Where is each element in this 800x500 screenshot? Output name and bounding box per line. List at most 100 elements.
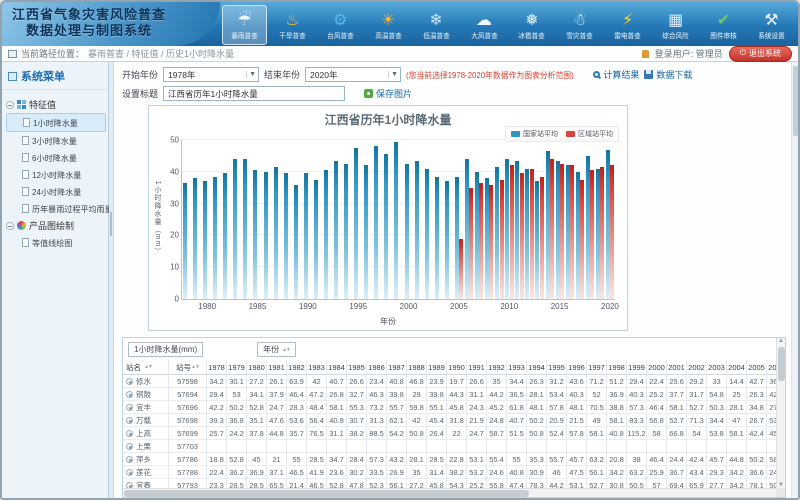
- table-row[interactable]: 上高5769925.724.237.844.835.776.531.138.28…: [123, 427, 785, 440]
- download-button[interactable]: 数据下载: [644, 68, 692, 81]
- station-locate-icon[interactable]: [126, 456, 133, 463]
- table-row[interactable]: 铜鼓5769429.45334.137.946.447.226.832.746.…: [123, 388, 785, 401]
- station-locate-icon[interactable]: [126, 378, 133, 385]
- year-column-header[interactable]: 1999: [627, 360, 647, 375]
- vscroll-thumb[interactable]: [778, 347, 785, 381]
- value-cell: 26.1: [267, 375, 287, 388]
- nav-item-10[interactable]: ▦综合风险: [653, 5, 698, 45]
- value-cell: 42: [307, 375, 327, 388]
- value-cell: 42.2: [207, 401, 227, 414]
- table-row[interactable]: 上栗57703: [123, 440, 785, 453]
- year-column-header[interactable]: 1984: [327, 360, 347, 375]
- value-cell: 42.7: [747, 375, 767, 388]
- nav-item-7[interactable]: ❅冰雹普查: [509, 5, 554, 45]
- end-year-select[interactable]: 2020年▼: [305, 67, 401, 82]
- main-scroll-thumb[interactable]: [793, 66, 798, 136]
- nav-item-8[interactable]: ☃雪灾普查: [557, 5, 602, 45]
- nav-item-6[interactable]: ☁大风普查: [462, 5, 507, 45]
- bar-区域站平均-2016: [570, 165, 574, 299]
- legend-item[interactable]: 国家站平均: [511, 129, 558, 139]
- year-column-header[interactable]: 1991: [467, 360, 487, 375]
- year-sort-control[interactable]: 年份▲▼: [257, 342, 296, 357]
- sidebar-item-label: 24小时降水量: [32, 186, 81, 197]
- year-column-header[interactable]: 1998: [607, 360, 627, 375]
- table-row[interactable]: 修水5759834.230.127.226.163.94240.726.623.…: [123, 375, 785, 388]
- year-column-header[interactable]: 1996: [567, 360, 587, 375]
- nav-item-12[interactable]: ⚒系统设置: [749, 5, 794, 45]
- sidebar-item[interactable]: 24小时降水量: [6, 183, 106, 200]
- year-column-header[interactable]: 1993: [507, 360, 527, 375]
- year-column-header[interactable]: 2001: [667, 360, 687, 375]
- year-column-header[interactable]: 2000: [647, 360, 667, 375]
- value-cell: 45.7: [707, 453, 727, 466]
- horizontal-scrollbar[interactable]: [123, 488, 776, 497]
- value-cell: 52.4: [547, 427, 567, 440]
- station-locate-icon[interactable]: [126, 443, 133, 450]
- table-row[interactable]: 萍乡5778618.852.845215528.534.728.457.343.…: [123, 453, 785, 466]
- year-column-header[interactable]: 1983: [307, 360, 327, 375]
- year-column-header[interactable]: 1979: [227, 360, 247, 375]
- main-vertical-scrollbar[interactable]: [791, 62, 798, 498]
- year-column-header[interactable]: 1994: [527, 360, 547, 375]
- sidebar-item[interactable]: 12小时降水量: [6, 166, 106, 183]
- hscroll-thumb[interactable]: [124, 490, 529, 497]
- nav-item-9[interactable]: ⚡雷电普查: [605, 5, 650, 45]
- year-column-header[interactable]: 2005: [747, 360, 767, 375]
- year-column-header[interactable]: 1990: [447, 360, 467, 375]
- save-image-button[interactable]: 保存图片: [364, 87, 412, 100]
- chart-title-input[interactable]: [163, 86, 345, 101]
- table-row[interactable]: 万载5769839.336.835.147.653.656.440.930.73…: [123, 414, 785, 427]
- station-locate-icon[interactable]: [126, 469, 133, 476]
- sidebar-item[interactable]: 6小时降水量: [6, 149, 106, 166]
- station-column-header[interactable]: 站名▲▼: [123, 360, 169, 375]
- nav-item-5[interactable]: ❄低温普查: [414, 5, 459, 45]
- logout-button[interactable]: ⏻ 退出系统: [729, 46, 792, 62]
- year-column-header[interactable]: 1982: [287, 360, 307, 375]
- scroll-up-icon[interactable]: ▲: [777, 338, 785, 344]
- value-cell: 44.8: [727, 453, 747, 466]
- year-column-header[interactable]: 1978: [207, 360, 227, 375]
- year-column-header[interactable]: 1981: [267, 360, 287, 375]
- sidebar-item[interactable]: 历年暴雨过程平均雨量: [6, 200, 106, 217]
- year-column-header[interactable]: 1987: [387, 360, 407, 375]
- calculate-button[interactable]: 计算结果: [593, 68, 639, 81]
- station-locate-icon[interactable]: [126, 417, 133, 424]
- sidebar-item[interactable]: 3小时降水量: [6, 132, 106, 149]
- measure-selector[interactable]: 1小时降水量(mm): [128, 342, 203, 357]
- sidebar-group-2[interactable]: 产品图绘制: [6, 217, 106, 234]
- vertical-scrollbar[interactable]: ▲ ▼: [776, 338, 785, 488]
- year-column-header[interactable]: 1995: [547, 360, 567, 375]
- nav-item-2[interactable]: ♨干旱普查: [270, 5, 315, 45]
- year-column-header[interactable]: 2002: [687, 360, 707, 375]
- sidebar-item[interactable]: 1小时降水量: [6, 113, 106, 132]
- nav-item-4[interactable]: ☀高温普查: [366, 5, 411, 45]
- sidebar-group-1[interactable]: 特征值: [6, 96, 106, 113]
- year-column-header[interactable]: 1992: [487, 360, 507, 375]
- code-column-header[interactable]: 站号▲▼: [169, 360, 207, 375]
- table-row[interactable]: 莲花5778822.436.236.937.146.541.923.630.23…: [123, 466, 785, 479]
- value-cell: 23.6: [327, 466, 347, 479]
- year-column-header[interactable]: 1985: [347, 360, 367, 375]
- table-row[interactable]: 宜丰5769642.250.252.824.728.348.458.155.37…: [123, 401, 785, 414]
- legend-item[interactable]: 区域站平均: [566, 129, 613, 139]
- value-cell: 38.2: [447, 466, 467, 479]
- year-column-header[interactable]: 2003: [707, 360, 727, 375]
- year-column-header[interactable]: 1989: [427, 360, 447, 375]
- collapse-toggle-icon[interactable]: [6, 222, 14, 230]
- nav-item-11[interactable]: ✔图件审核: [701, 5, 746, 45]
- year-column-header[interactable]: 2004: [727, 360, 747, 375]
- sidebar-item[interactable]: 等值线绘图: [6, 234, 106, 251]
- station-locate-icon[interactable]: [126, 404, 133, 411]
- year-column-header[interactable]: 1988: [407, 360, 427, 375]
- collapse-toggle-icon[interactable]: [6, 101, 14, 109]
- nav-item-3[interactable]: ⚙台风普查: [318, 5, 363, 45]
- start-year-select[interactable]: 1978年▼: [163, 67, 259, 82]
- station-locate-icon[interactable]: [126, 391, 133, 398]
- year-column-header[interactable]: 1986: [367, 360, 387, 375]
- year-column-header[interactable]: 1997: [587, 360, 607, 375]
- station-locate-icon[interactable]: [126, 430, 133, 437]
- nav-item-label: 综合风险: [655, 32, 696, 41]
- value-cell: 40.9: [327, 414, 347, 427]
- year-column-header[interactable]: 1980: [247, 360, 267, 375]
- nav-item-1[interactable]: ☔暴雨普查: [222, 5, 267, 45]
